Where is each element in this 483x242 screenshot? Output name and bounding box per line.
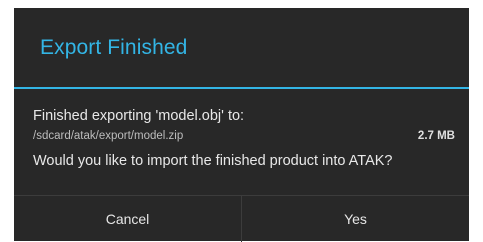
dialog-title: Export Finished: [40, 36, 188, 59]
export-file-size: 2.7 MB: [417, 130, 455, 142]
export-message: Finished exporting 'model.obj' to:: [33, 108, 245, 124]
export-finished-dialog: Export Finished Finished exporting 'mode…: [14, 8, 469, 242]
import-question: Would you like to import the finished pr…: [33, 153, 393, 169]
cancel-button[interactable]: Cancel: [14, 196, 241, 242]
dialog-button-bar: Cancel Yes: [14, 195, 469, 242]
yes-button[interactable]: Yes: [242, 196, 469, 242]
export-file-path: /sdcard/atak/export/model.zip: [33, 130, 184, 142]
title-divider: [14, 87, 469, 89]
